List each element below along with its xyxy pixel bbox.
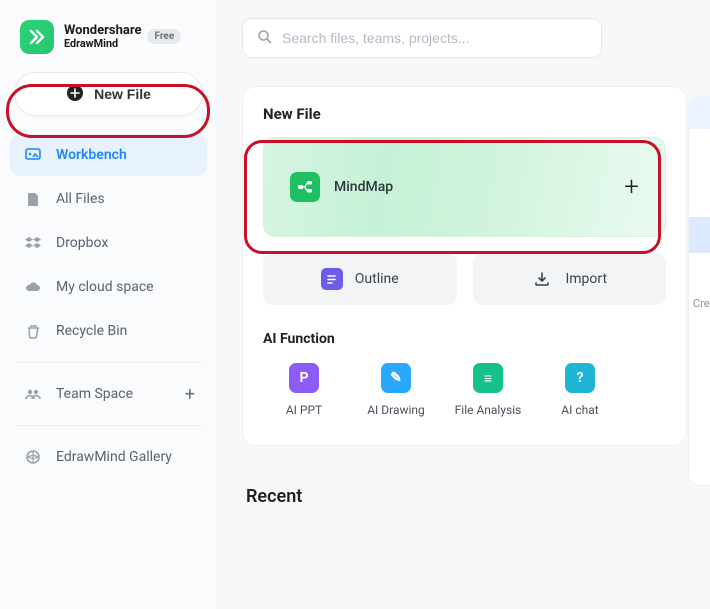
divider (14, 362, 203, 363)
recent-heading: Recent (246, 486, 710, 507)
mindmap-label: MindMap (334, 179, 393, 195)
workbench-icon (24, 146, 42, 164)
main-area: New File MindMap + Outline (218, 0, 710, 609)
ai-ppt-icon: P (289, 363, 319, 393)
gallery-icon (24, 448, 42, 466)
ai-item-label: AI chat (539, 403, 621, 417)
sidebar-item-cloud[interactable]: My cloud space (10, 266, 207, 308)
plan-badge: Free (147, 29, 181, 44)
brand-text: Wondershare EdrawMind (64, 24, 141, 50)
create-outline-card[interactable]: Outline (263, 253, 457, 305)
sidebar-item-recycle[interactable]: Recycle Bin (10, 310, 207, 352)
new-file-button[interactable]: New File (14, 72, 203, 116)
sidebar-item-gallery[interactable]: EdrawMind Gallery (10, 436, 207, 478)
sidebar-item-label: All Files (56, 191, 105, 207)
outline-icon (321, 268, 343, 290)
divider (14, 425, 203, 426)
new-file-label: New File (94, 86, 151, 102)
ai-item-label: AI PPT (263, 403, 345, 417)
sidebar-nav: Workbench All Files Dropbox My cloud spa… (10, 134, 207, 478)
new-file-panel: New File MindMap + Outline (242, 86, 687, 446)
panel-title: New File (263, 105, 666, 123)
import-label: Import (565, 271, 607, 287)
import-card[interactable]: Import (473, 253, 667, 305)
team-icon (24, 385, 42, 403)
ai-item-label: File Analysis (447, 403, 529, 417)
sidebar: Wondershare EdrawMind Free New File Work… (0, 0, 218, 609)
ai-section-title: AI Function (263, 331, 666, 347)
search-input[interactable] (282, 30, 587, 46)
outline-label: Outline (355, 271, 399, 287)
plus-circle-icon (66, 84, 84, 105)
ai-file-analysis[interactable]: ≡ File Analysis (447, 363, 529, 417)
teamspace-label: Team Space (56, 386, 133, 402)
ai-item-label: AI Drawing (355, 403, 437, 417)
file-icon (24, 190, 42, 208)
sidebar-item-teamspace[interactable]: Team Space + (10, 373, 207, 415)
mindmap-icon (290, 172, 320, 202)
ai-drawing-icon: ✎ (381, 363, 411, 393)
sidebar-item-allfiles[interactable]: All Files (10, 178, 207, 220)
search-box[interactable] (242, 18, 602, 58)
app-logo-icon (20, 20, 54, 54)
import-icon (531, 268, 553, 290)
sidebar-item-label: My cloud space (56, 279, 154, 295)
ai-ppt[interactable]: P AI PPT (263, 363, 345, 417)
sidebar-item-label: Recycle Bin (56, 323, 127, 339)
brand: Wondershare EdrawMind Free (10, 18, 207, 72)
ai-chat-icon: ? (565, 363, 595, 393)
ai-chat[interactable]: ? AI chat (539, 363, 621, 417)
plus-icon: + (624, 172, 639, 202)
create-mindmap-card[interactable]: MindMap + (263, 137, 666, 237)
ai-grid: P AI PPT ✎ AI Drawing ≡ File Analysis ? … (263, 363, 666, 417)
sidebar-item-label: EdrawMind Gallery (56, 449, 172, 465)
sidebar-item-label: Workbench (56, 147, 127, 163)
search-icon (257, 29, 272, 48)
fragment-label: Cre (693, 297, 710, 310)
ai-drawing[interactable]: ✎ AI Drawing (355, 363, 437, 417)
right-panel-fragment: Cre (688, 96, 710, 486)
sidebar-item-dropbox[interactable]: Dropbox (10, 222, 207, 264)
add-team-icon[interactable]: + (185, 384, 195, 405)
ai-file-icon: ≡ (473, 363, 503, 393)
sidebar-item-workbench[interactable]: Workbench (10, 134, 207, 176)
dropbox-icon (24, 234, 42, 252)
trash-icon (24, 322, 42, 340)
cloud-icon (24, 278, 42, 296)
sidebar-item-label: Dropbox (56, 235, 108, 251)
